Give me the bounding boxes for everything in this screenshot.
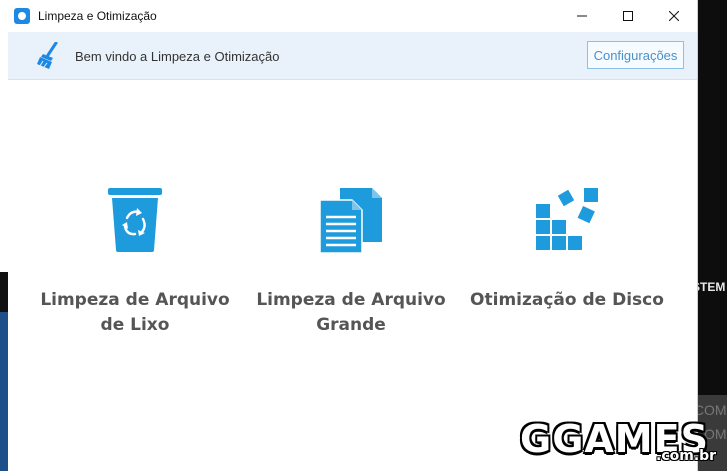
tool-label: Limpeza de Arquivo	[40, 290, 230, 310]
window-title: Limpeza e Otimização	[38, 8, 157, 23]
tool-label: Grande	[316, 315, 386, 335]
desktop-background-left-dark	[0, 272, 8, 312]
tool-disk-optimization[interactable]: Otimização de Disco	[467, 186, 667, 313]
settings-button[interactable]: Configurações	[587, 41, 684, 69]
tool-label: Otimização de Disco	[470, 290, 664, 310]
watermark-suffix: .com.br	[656, 448, 717, 464]
app-window: Limpeza e Otimização Bem vindo a Limpeza…	[8, 0, 698, 471]
desktop-background-left-blue	[0, 312, 8, 471]
maximize-button[interactable]	[605, 0, 651, 31]
close-button[interactable]	[651, 0, 697, 31]
tool-label: de Lixo	[100, 315, 170, 335]
disk-blocks-icon	[536, 188, 598, 250]
welcome-banner: Bem vindo a Limpeza e Otimização Configu…	[8, 32, 697, 80]
minimize-button[interactable]	[559, 0, 605, 31]
app-logo-icon	[14, 7, 30, 24]
documents-icon	[319, 188, 382, 254]
tool-junk-cleanup[interactable]: Limpeza de Arquivo de Lixo	[35, 186, 235, 338]
broom-icon	[37, 42, 58, 69]
close-icon	[669, 10, 679, 21]
maximize-icon	[623, 10, 633, 21]
title-bar[interactable]: Limpeza e Otimização	[8, 0, 697, 31]
window-controls	[559, 0, 697, 31]
welcome-text: Bem vindo a Limpeza e Otimização	[75, 49, 280, 64]
minimize-icon	[577, 15, 587, 16]
recycle-bin-icon	[108, 188, 162, 252]
tool-large-file-cleanup[interactable]: Limpeza de Arquivo Grande	[251, 186, 451, 338]
tool-label: Limpeza de Arquivo	[256, 290, 446, 310]
